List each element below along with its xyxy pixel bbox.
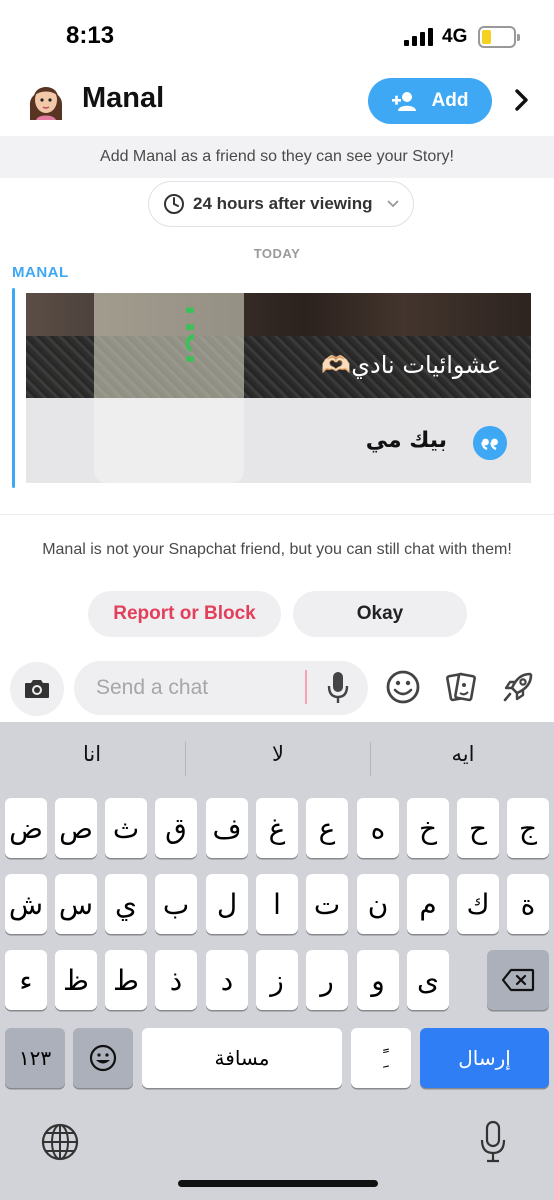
svg-text:Hel: Hel	[177, 305, 194, 364]
quote-icon	[473, 426, 507, 460]
key[interactable]: ث	[105, 798, 147, 858]
timer-label: 24 hours after viewing	[193, 194, 373, 213]
key[interactable]: ض	[5, 798, 47, 858]
report-or-block-button[interactable]: Report or Block	[88, 591, 281, 637]
camera-button[interactable]	[10, 662, 64, 716]
key[interactable]: ى	[407, 950, 449, 1010]
key[interactable]: ك	[457, 874, 499, 934]
key[interactable]: خ	[407, 798, 449, 858]
key[interactable]: ع	[306, 798, 348, 858]
chevron-down-icon	[386, 200, 399, 208]
key[interactable]: ت	[306, 874, 348, 934]
key[interactable]: ح	[457, 798, 499, 858]
key[interactable]: ا	[256, 874, 298, 934]
dictation-mic-icon[interactable]	[478, 1120, 508, 1164]
key[interactable]: ش	[5, 874, 47, 934]
backspace-icon	[501, 968, 535, 992]
home-indicator[interactable]	[178, 1180, 378, 1187]
network-label: 4G	[442, 26, 468, 47]
suggestion-item[interactable]: ايه	[371, 742, 554, 778]
key[interactable]: ظ	[55, 950, 97, 1010]
key[interactable]: و	[357, 950, 399, 1010]
numbers-key[interactable]: ١٢٣	[5, 1028, 65, 1088]
add-user-icon	[391, 92, 416, 111]
emoji-icon[interactable]	[384, 668, 422, 706]
cards-icon[interactable]	[442, 668, 480, 706]
globe-icon[interactable]	[40, 1122, 80, 1162]
key[interactable]: ط	[105, 950, 147, 1010]
reply-text: بيك مي	[365, 428, 447, 453]
keyboard-suggestions: انا لا ايه	[0, 722, 554, 794]
key[interactable]: ي	[105, 874, 147, 934]
okay-button[interactable]: Okay	[293, 591, 467, 637]
add-friend-banner: Add Manal as a friend so they can see yo…	[0, 136, 554, 178]
key[interactable]: س	[55, 874, 97, 934]
key[interactable]: ب	[155, 874, 197, 934]
key[interactable]: ق	[155, 798, 197, 858]
battery-icon	[478, 26, 520, 48]
key[interactable]: ن	[357, 874, 399, 934]
camera-icon	[25, 680, 49, 698]
key[interactable]: ل	[206, 874, 248, 934]
not-friend-notice: Manal is not your Snapchat friend, but y…	[42, 541, 512, 558]
message-sender: MANAL	[12, 264, 69, 281]
emoji-key[interactable]	[73, 1028, 133, 1088]
backspace-key[interactable]	[487, 950, 549, 1010]
chat-input-bar	[0, 652, 554, 722]
status-bar: 8:13 4G	[0, 0, 554, 70]
status-time: 8:13	[66, 22, 115, 49]
suggestion-item[interactable]: لا	[186, 742, 370, 778]
diacritics-key[interactable]: ًِ	[351, 1028, 411, 1088]
chat-timer-selector[interactable]: 24 hours after viewing	[148, 181, 414, 227]
key[interactable]: ج	[507, 798, 549, 858]
key[interactable]: ة	[507, 874, 549, 934]
key[interactable]: ه	[357, 798, 399, 858]
reply-panel: بيك مي	[26, 398, 531, 483]
text-cursor	[305, 670, 307, 704]
space-key[interactable]: مسافة	[142, 1028, 342, 1088]
add-button-label: Add	[431, 90, 469, 111]
chat-header: Manal Add	[0, 70, 554, 134]
divider	[0, 514, 554, 515]
suggestion-item[interactable]: انا	[0, 742, 184, 778]
key[interactable]: ز	[256, 950, 298, 1010]
key[interactable]: ف	[206, 798, 248, 858]
story-reply-card[interactable]: Hel عشوائيات نادي🫶🏻 بيك مي	[26, 293, 531, 483]
story-caption: عشوائيات نادي🫶🏻	[321, 351, 501, 379]
send-key[interactable]: إرسال	[420, 1028, 549, 1088]
emoji-icon	[89, 1044, 117, 1072]
microphone-icon[interactable]	[324, 670, 352, 706]
keyboard: انا لا ايه ض ص ث ق ف غ ع ه خ ح ج ش س ي ب…	[0, 722, 554, 1200]
key[interactable]: غ	[256, 798, 298, 858]
rocket-icon[interactable]	[500, 668, 538, 706]
add-friend-button[interactable]: Add	[368, 78, 492, 124]
signal-icon	[404, 28, 436, 46]
key[interactable]: د	[206, 950, 248, 1010]
chevron-right-icon[interactable]	[510, 88, 534, 112]
key[interactable]: ء	[5, 950, 47, 1010]
clock-icon	[164, 194, 184, 214]
contact-name[interactable]: Manal	[82, 82, 164, 115]
message-thread-bar	[12, 288, 15, 488]
avatar[interactable]	[22, 76, 70, 124]
key[interactable]: ص	[55, 798, 97, 858]
key[interactable]: ذ	[155, 950, 197, 1010]
day-separator: TODAY	[253, 246, 301, 261]
key[interactable]: م	[407, 874, 449, 934]
key[interactable]: ر	[306, 950, 348, 1010]
